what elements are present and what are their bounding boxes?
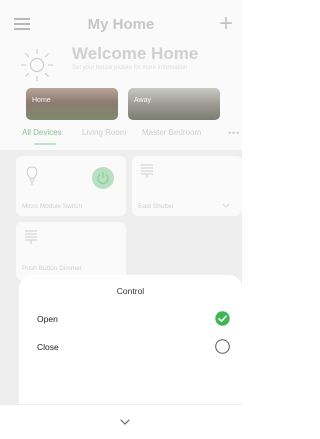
active-tab-indicator [34,143,56,145]
shutter-icon [25,230,37,244]
device-name: Micro Module Switch [22,203,82,210]
welcome-heading: Welcome Home [72,44,199,63]
shutter-icon [141,164,153,178]
sheet-title: Control [116,286,145,296]
sun-icon [21,49,53,81]
page-title: My Home [87,16,155,33]
option-open[interactable]: Open [19,308,242,332]
tab-master-bedroom[interactable]: Master Bedroom [142,128,201,137]
home-card-away[interactable]: Away [128,88,220,120]
home-card-label: Home [32,97,51,104]
tab-all-devices[interactable]: All Devices [22,128,62,137]
device-card-micro-module-switch[interactable]: Micro Module Switch [16,156,126,216]
option-label: Close [37,342,59,352]
device-card-push-button-dimmer[interactable]: Push Button Dimmer [16,222,126,280]
home-card-label: Away [134,97,151,104]
welcome-subtitle: Set your house picture for more informat… [72,65,188,71]
device-name: Push Button Dimmer [22,265,82,272]
tab-living-room[interactable]: Living Room [82,128,126,137]
radio-unselected-icon[interactable] [215,339,230,354]
power-toggle-button[interactable] [92,167,114,189]
option-label: Open [37,314,58,324]
add-icon[interactable]: + [216,12,236,36]
checkmark-selected-icon[interactable] [215,311,230,326]
home-card-home[interactable]: Home [26,88,118,120]
chevron-down-icon[interactable] [222,203,230,208]
device-card-east-shutter[interactable]: East Shutter [132,156,242,216]
bulb-icon [26,166,38,185]
power-icon [97,172,109,185]
device-name: East Shutter [138,203,174,210]
chevron-down-icon[interactable] [120,419,130,425]
more-tabs-icon[interactable]: ••• [228,128,240,138]
option-close[interactable]: Close [19,336,242,360]
